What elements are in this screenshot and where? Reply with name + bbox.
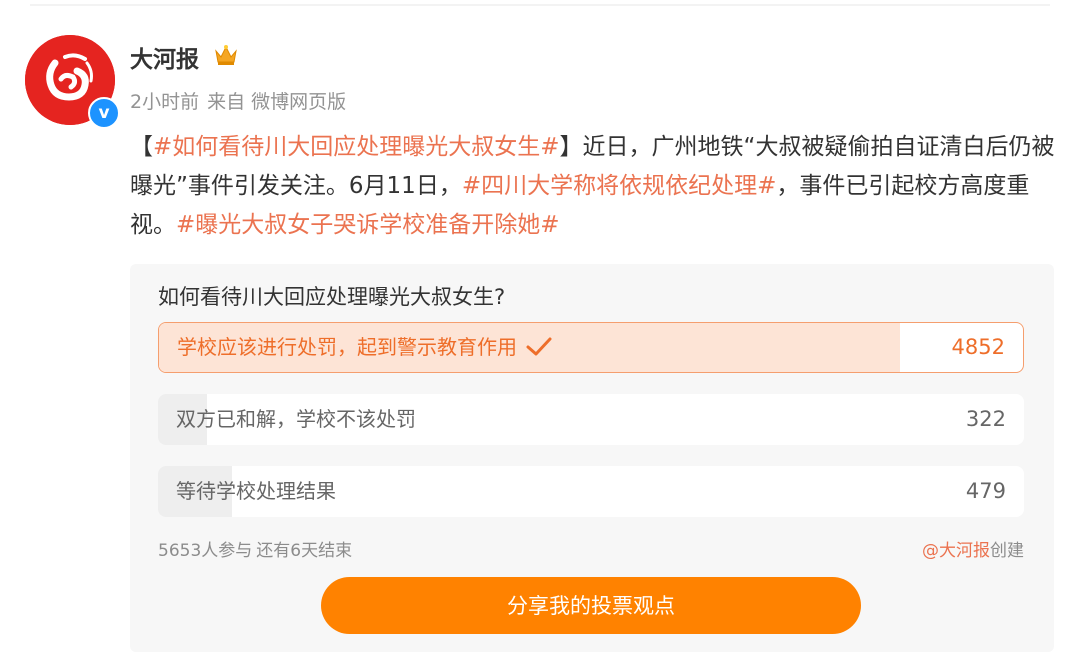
poll-option-1[interactable]: 学校应该进行处罚，起到警示教育作用 4852 [158, 322, 1024, 373]
hashtag-link[interactable]: #如何看待川大回应处理曝光大叔女生# [153, 134, 560, 160]
poll-option-3[interactable]: 等待学校处理结果 479 [158, 466, 1024, 517]
time-remaining: 还有6天结束 [256, 541, 353, 561]
poll-creator: @大河报创建 [922, 536, 1024, 561]
poll-stats: 5653人参与 还有6天结束 [158, 536, 352, 561]
poll-option-label: 学校应该进行处罚，起到警示教育作用 [177, 323, 553, 372]
share-vote-button[interactable]: 分享我的投票观点 [321, 577, 861, 634]
author-name[interactable]: 大河报 [130, 40, 199, 74]
hashtag-link[interactable]: #曝光大叔女子哭诉学校准备开除她# [176, 212, 560, 238]
poll-option-label: 等待学校处理结果 [176, 479, 336, 503]
text-segment: 【 [130, 134, 153, 160]
checkmark-icon [525, 327, 553, 372]
poll-option-count: 479 [965, 479, 1006, 503]
post-text: 【#如何看待川大回应处理曝光大叔女生#】近日，广州地铁“大叔被疑偷拍自证清白后仍… [130, 128, 1055, 245]
post-time[interactable]: 2小时前 [130, 91, 199, 113]
poll-option-count: 4852 [951, 335, 1005, 359]
post-meta: 2小时前 来自 微博网页版 [130, 87, 346, 114]
poll-card: 如何看待川大回应处理曝光大叔女生? 学校应该进行处罚，起到警示教育作用 4852… [130, 264, 1054, 652]
hashtag-link[interactable]: #四川大学称将依规依纪处理# [462, 173, 777, 199]
poll-option-count: 322 [965, 407, 1006, 431]
poll-option-2[interactable]: 双方已和解，学校不该处罚 322 [158, 394, 1024, 445]
top-divider [30, 4, 1050, 6]
creator-link[interactable]: @大河报 [922, 541, 990, 561]
participant-count: 5653人参与 [158, 541, 253, 561]
crown-icon [213, 44, 239, 70]
created-label: 创建 [990, 541, 1024, 561]
poll-option-label: 双方已和解，学校不该处罚 [176, 407, 416, 431]
post-source: 来自 微博网页版 [207, 91, 347, 113]
poll-title: 如何看待川大回应处理曝光大叔女生? [158, 285, 506, 309]
verified-v-icon: v [88, 97, 120, 129]
